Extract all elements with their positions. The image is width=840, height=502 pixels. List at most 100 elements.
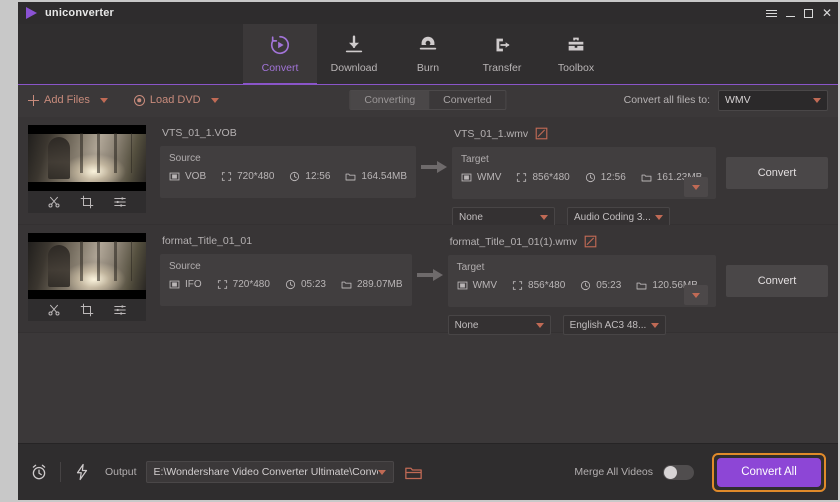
rename-edit-icon[interactable]	[584, 235, 597, 248]
audio-track-select[interactable]: English AC3 48...	[562, 315, 666, 335]
close-icon[interactable]: ✕	[822, 7, 832, 19]
file-list: VTS_01_1.VOB Source VOB 720*480 12:56 16…	[18, 115, 838, 443]
nav-item-burn[interactable]: Burn	[391, 24, 465, 84]
nav-item-download[interactable]: Download	[317, 24, 391, 84]
transfer-icon	[496, 38, 510, 52]
source-duration: 05:23	[285, 279, 326, 290]
chevron-down-icon	[692, 292, 700, 298]
open-folder-icon[interactable]	[404, 465, 422, 480]
convert-row-button[interactable]: Convert	[726, 265, 828, 297]
bottom-bar: Output E:\Wondershare Video Converter Ul…	[18, 443, 838, 500]
subtitle-select[interactable]: None	[452, 207, 556, 227]
chevron-down-icon	[655, 214, 664, 220]
nav-item-toolbox[interactable]: Toolbox	[539, 24, 613, 84]
audio-track-value: Audio Coding 3...	[574, 211, 651, 223]
merge-label: Merge All Videos	[574, 466, 653, 478]
target-body: Target WMV	[447, 255, 828, 335]
target-format-dropdown[interactable]	[684, 177, 708, 197]
scheduler-alarm-icon[interactable]	[30, 463, 48, 481]
maximize-icon[interactable]	[803, 8, 813, 18]
add-files-button[interactable]: Add Files	[28, 94, 90, 106]
video-thumbnail[interactable]	[28, 233, 146, 299]
nav-label: Toolbox	[557, 62, 595, 74]
target-panel: Target WMV	[447, 255, 716, 307]
high-speed-lightning-icon[interactable]	[73, 463, 91, 481]
folder-icon	[346, 173, 356, 181]
output-path-field[interactable]: E:\Wondershare Video Converter Ultimate\…	[145, 461, 394, 483]
source-resolution: 720*480	[221, 171, 274, 182]
app-window: uniconverter ✕ Convert Download Burn Tra…	[18, 2, 838, 500]
source-column: format_Title_01_01 Source IFO 720*480 05…	[160, 233, 412, 306]
menu-icon[interactable]	[765, 9, 777, 17]
table-row: VTS_01_1.VOB Source VOB 720*480 12:56 16…	[18, 117, 838, 227]
subtitle-value: None	[454, 319, 479, 331]
source-resolution: 720*480	[217, 279, 270, 290]
convert-all-format-select[interactable]: WMV	[718, 89, 828, 111]
conversion-arrow	[416, 125, 452, 209]
load-dvd-dropdown-caret[interactable]	[210, 97, 219, 103]
app-title: uniconverter	[45, 7, 115, 19]
thumbnail-block	[28, 233, 146, 321]
clock-icon	[581, 280, 591, 291]
action-toolbar: Add Files Load DVD Converting Converted …	[18, 85, 838, 115]
merge-toggle[interactable]	[663, 464, 694, 480]
minimize-icon[interactable]	[785, 15, 795, 17]
thumbnail-tools	[28, 299, 146, 321]
divider	[60, 462, 61, 482]
convert-all-to-group: Convert all files to: WMV	[623, 89, 828, 111]
film-icon	[169, 280, 180, 289]
nav-item-transfer[interactable]: Transfer	[465, 24, 539, 84]
thumbnail-block	[28, 125, 146, 213]
target-format: WMV	[457, 280, 497, 291]
effects-sliders-icon[interactable]	[113, 303, 127, 317]
subtitle-select[interactable]: None	[447, 315, 551, 335]
target-panel: Target WMV	[452, 147, 716, 199]
window-controls: ✕	[765, 2, 832, 24]
tab-converted[interactable]: Converted	[429, 91, 506, 109]
source-panel: Source VOB 720*480 12:56 164.54MB	[160, 146, 417, 198]
target-format-dropdown[interactable]	[684, 285, 708, 305]
chevron-down-icon	[692, 184, 700, 190]
source-meta: VOB 720*480 12:56 164.54MB	[169, 171, 407, 182]
target-file-name: format_Title_01_01(1).wmv	[449, 235, 577, 248]
convert-all-to-label: Convert all files to:	[623, 94, 710, 106]
convert-all-format-value: WMV	[725, 94, 751, 106]
nav-label: Transfer	[482, 62, 522, 74]
trim-scissors-icon[interactable]	[47, 195, 61, 209]
resolution-icon	[222, 172, 232, 181]
load-dvd-label: Load DVD	[149, 94, 201, 106]
nav-label: Download	[330, 62, 378, 74]
audio-track-value: English AC3 48...	[569, 319, 647, 331]
toggle-knob	[664, 465, 677, 479]
rename-edit-icon[interactable]	[535, 127, 548, 140]
effects-sliders-icon[interactable]	[113, 195, 127, 209]
tab-converting[interactable]: Converting	[350, 91, 430, 109]
folder-icon	[636, 282, 647, 290]
target-duration: 12:56	[585, 172, 626, 183]
crop-icon[interactable]	[80, 195, 94, 209]
burn-icon	[419, 36, 437, 50]
film-icon	[457, 281, 467, 290]
add-files-dropdown-caret[interactable]	[99, 97, 108, 103]
crop-icon[interactable]	[80, 303, 94, 317]
folder-icon	[341, 281, 352, 289]
add-files-label: Add Files	[44, 94, 90, 106]
source-file-name: VTS_01_1.VOB	[162, 127, 237, 139]
source-panel-title: Source	[169, 261, 201, 272]
convert-row-button[interactable]: Convert	[726, 157, 828, 189]
target-header: VTS_01_1.wmv	[454, 127, 828, 140]
load-dvd-button[interactable]: Load DVD	[133, 94, 201, 106]
folder-icon	[641, 174, 652, 182]
source-format: IFO	[169, 279, 202, 290]
nav-item-convert[interactable]: Convert	[243, 24, 317, 85]
convert-all-button[interactable]: Convert All	[717, 457, 821, 487]
target-meta: WMV 856*480	[457, 280, 707, 291]
status-tabs: Converting Converted	[349, 90, 507, 110]
target-meta: WMV 856*480	[461, 172, 707, 183]
source-column: VTS_01_1.VOB Source VOB 720*480 12:56 16…	[160, 125, 417, 198]
target-duration: 05:23	[580, 280, 621, 291]
source-panel-title: Source	[169, 153, 201, 164]
trim-scissors-icon[interactable]	[47, 303, 61, 317]
video-thumbnail[interactable]	[28, 125, 146, 191]
audio-track-select[interactable]: Audio Coding 3...	[567, 207, 671, 227]
